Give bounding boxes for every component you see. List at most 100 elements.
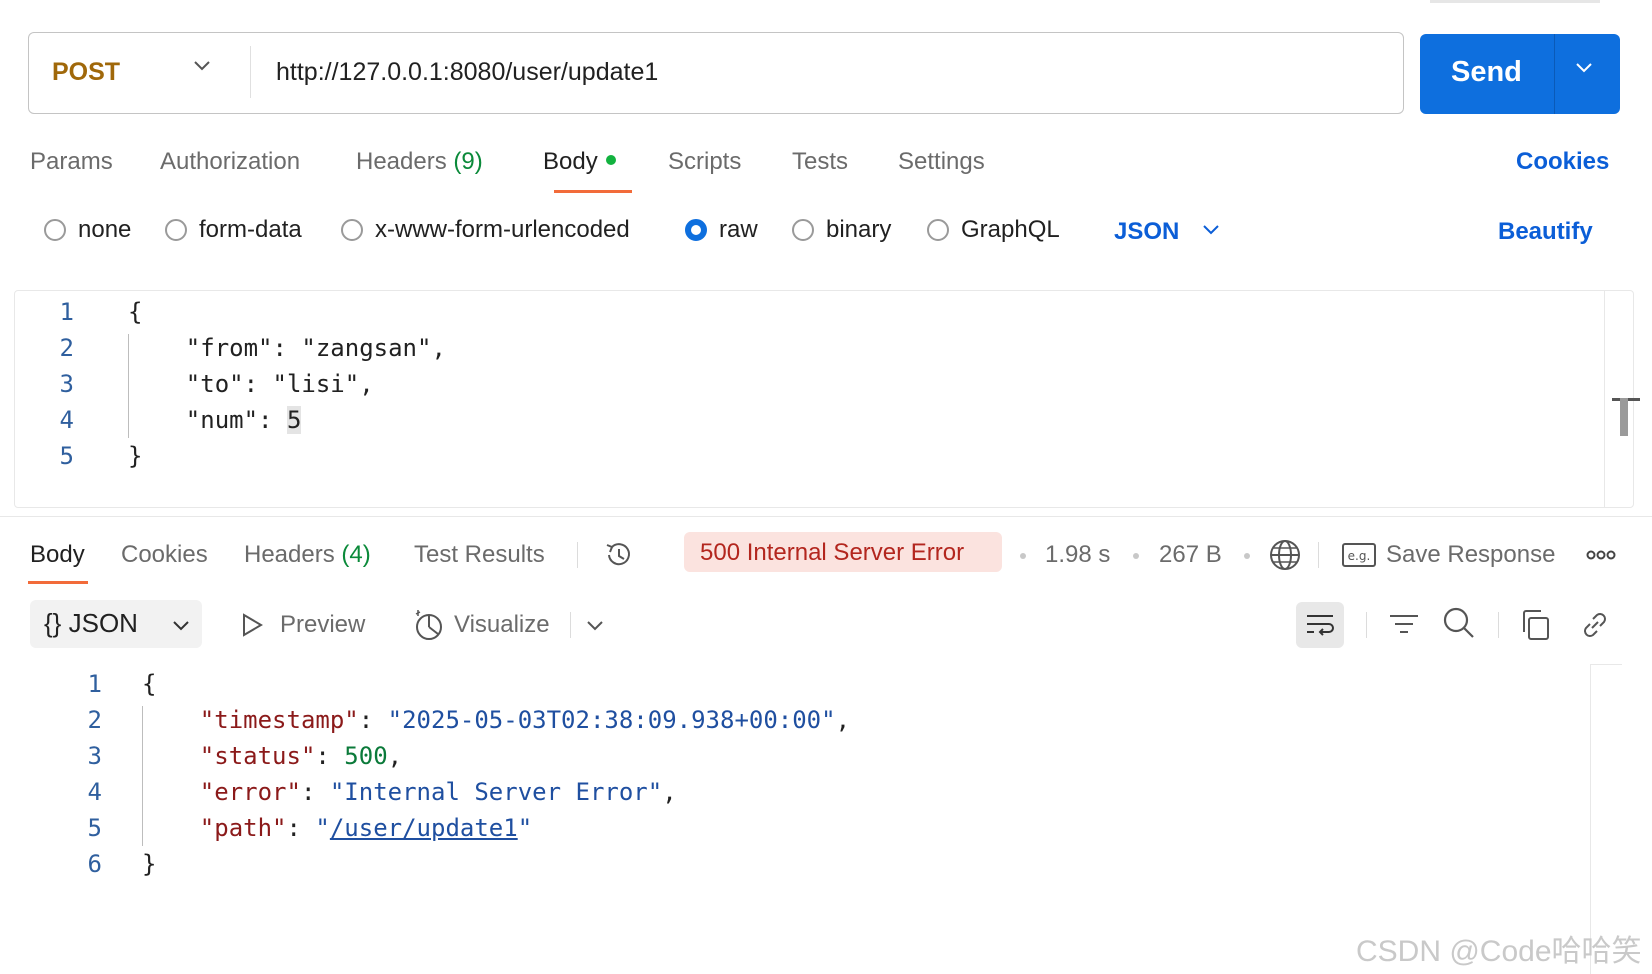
radio-urlencoded-label: x-www-form-urlencoded [375, 216, 630, 243]
active-tab-indicator [554, 190, 632, 193]
line-number: 4 [59, 406, 74, 434]
send-separator [1554, 34, 1555, 114]
separator [577, 542, 578, 568]
tab-scripts[interactable]: Scripts [668, 148, 741, 176]
tab-settings[interactable]: Settings [898, 148, 985, 176]
line-number: 5 [87, 814, 102, 842]
code-line: "to": "lisi", [185, 370, 374, 398]
radio-none-label: none [78, 216, 132, 243]
visualize-icon[interactable] [412, 608, 446, 642]
radio-binary[interactable]: binary [792, 216, 891, 244]
tab-tests[interactable]: Tests [792, 148, 848, 176]
code-line: { [142, 666, 850, 702]
response-tab-cookies[interactable]: Cookies [121, 541, 208, 569]
cookies-link[interactable]: Cookies [1516, 148, 1609, 176]
pane-divider[interactable] [0, 516, 1652, 517]
tab-body[interactable]: Body [543, 148, 616, 176]
search-icon[interactable] [1442, 606, 1476, 640]
chevron-down-icon[interactable] [193, 60, 211, 72]
copy-icon[interactable] [1520, 608, 1552, 642]
path-link[interactable]: /user/update1 [330, 814, 518, 842]
play-icon[interactable] [240, 612, 264, 638]
link-icon[interactable] [1578, 608, 1612, 642]
wrap-lines-icon [1307, 615, 1334, 636]
line-number: 3 [87, 742, 102, 770]
top-edge-line [1430, 0, 1600, 3]
tab-headers-count: (9) [453, 148, 483, 175]
globe-icon[interactable] [1268, 538, 1302, 572]
example-icon[interactable]: e.g. [1342, 542, 1376, 568]
editor-scrollbar[interactable] [1620, 398, 1628, 436]
radio-circle [792, 219, 814, 241]
json-key: "status" [199, 742, 316, 770]
response-format-text: JSON [68, 608, 138, 638]
json-key: "timestamp" [199, 706, 359, 734]
tab-params[interactable]: Params [30, 148, 113, 176]
separator [570, 612, 571, 638]
beautify-button[interactable]: Beautify [1498, 218, 1593, 246]
radio-none[interactable]: none [44, 216, 131, 244]
json-value: "zangsan" [301, 334, 432, 362]
separator-dot [1020, 553, 1026, 559]
tab-headers-label: Headers [356, 148, 447, 175]
separator [1366, 612, 1367, 638]
brace-close: } [142, 850, 157, 878]
json-value: "2025-05-03T02:38:09.938+00:00" [387, 706, 836, 734]
more-options-icon[interactable] [1586, 550, 1616, 560]
radio-circle [927, 219, 949, 241]
save-response-button[interactable]: Save Response [1386, 541, 1555, 569]
json-key: "num" [185, 406, 259, 434]
line-number: 6 [87, 850, 102, 878]
tab-headers[interactable]: Headers (9) [356, 148, 483, 176]
response-tab-test-results[interactable]: Test Results [414, 541, 545, 569]
code-line: "num": 5 [185, 406, 302, 434]
filter-icon[interactable] [1388, 610, 1420, 640]
url-input[interactable]: http://127.0.0.1:8080/user/update1 [276, 58, 658, 87]
radio-circle [44, 219, 66, 241]
radio-graphql[interactable]: GraphQL [927, 216, 1060, 244]
send-options-chevron-icon[interactable] [1575, 62, 1593, 74]
json-value: 500 [344, 742, 388, 770]
response-tab-headers[interactable]: Headers (4) [244, 541, 371, 569]
chevron-down-icon[interactable] [586, 620, 604, 632]
send-button-label[interactable]: Send [1451, 56, 1522, 89]
code-line: "status": 500, [199, 742, 403, 770]
line-number: 3 [59, 370, 74, 398]
editor-scroll-track [1604, 290, 1605, 508]
method-select[interactable]: POST [52, 58, 120, 87]
status-text: 500 Internal Server Error [700, 539, 965, 566]
url-separator [250, 46, 251, 98]
history-icon[interactable] [602, 538, 636, 572]
modified-dot-icon [605, 154, 616, 165]
chevron-down-icon[interactable] [1202, 224, 1220, 236]
radio-form-data-label: form-data [199, 216, 302, 243]
code-line: "from": "zangsan", [185, 334, 446, 362]
raw-format-select[interactable]: JSON [1114, 218, 1179, 246]
visualize-button[interactable]: Visualize [454, 611, 550, 639]
response-size[interactable]: 267 B [1159, 541, 1222, 569]
json-key: "from" [185, 334, 273, 362]
radio-raw[interactable]: raw [685, 216, 758, 244]
response-tab-body[interactable]: Body [30, 541, 85, 569]
radio-raw-label: raw [719, 216, 758, 243]
radio-form-data[interactable]: form-data [165, 216, 302, 244]
separator [1498, 612, 1499, 638]
code-line: } [142, 846, 850, 882]
request-code: { "from": "zangsan", "to": "lisi", "num"… [128, 294, 446, 474]
radio-urlencoded[interactable]: x-www-form-urlencoded [341, 216, 630, 244]
svg-text:e.g.: e.g. [1348, 549, 1371, 563]
separator-dot [1244, 553, 1250, 559]
code-line: "error": "Internal Server Error", [199, 778, 677, 806]
response-line-numbers: 1 2 3 4 5 6 [72, 666, 102, 882]
line-number: 2 [59, 334, 74, 362]
radio-circle [341, 219, 363, 241]
preview-button[interactable]: Preview [280, 611, 365, 639]
code-line: "path": "/user/update1" [199, 814, 533, 842]
tab-authorization[interactable]: Authorization [160, 148, 300, 176]
chevron-down-icon[interactable] [172, 620, 190, 632]
response-time[interactable]: 1.98 s [1045, 541, 1110, 569]
json-value: "Internal Server Error" [329, 778, 663, 806]
response-tab-headers-count: (4) [341, 541, 371, 568]
radio-circle [165, 219, 187, 241]
separator [1318, 542, 1319, 568]
